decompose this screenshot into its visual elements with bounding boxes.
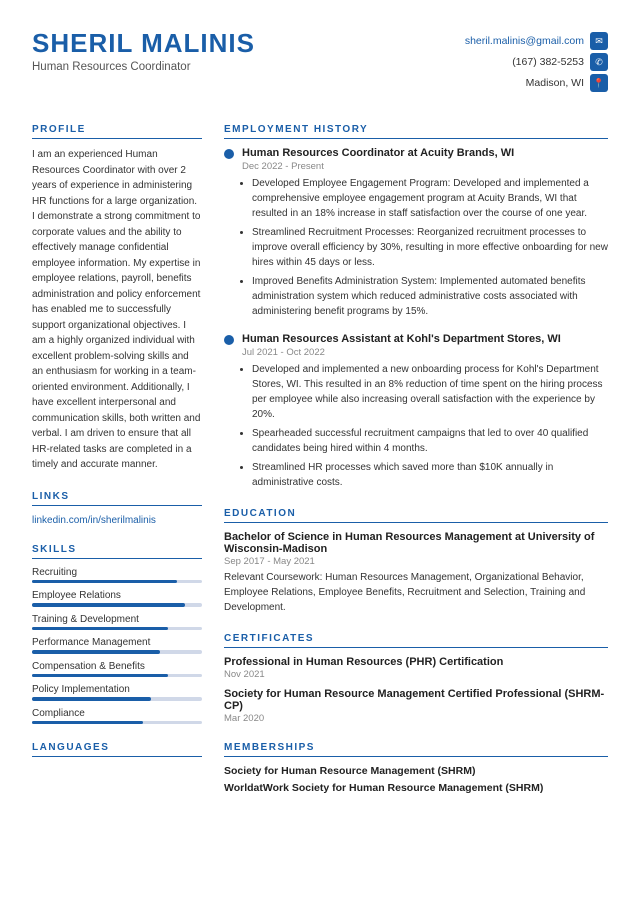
- job-dot: [224, 149, 234, 159]
- cert-title-text: Society for Human Resource Management Ce…: [224, 688, 608, 712]
- membership-item: Society for Human Resource Management (S…: [224, 765, 608, 777]
- phone-icon: ✆: [590, 53, 608, 71]
- skill-item: Training & Development: [32, 614, 202, 631]
- cert-title-text: Professional in Human Resources (PHR) Ce…: [224, 656, 608, 668]
- jobs-list: Human Resources Coordinator at Acuity Br…: [224, 147, 608, 490]
- email-row: sheril.malinis@gmail.com ✉: [465, 32, 608, 50]
- bullet-item: Improved Benefits Administration System:…: [252, 274, 608, 319]
- bullet-item: Developed and implemented a new onboardi…: [252, 362, 608, 422]
- skill-label: Compensation & Benefits: [32, 661, 202, 672]
- job-entry: Human Resources Assistant at Kohl's Depa…: [224, 333, 608, 490]
- skill-item: Compliance: [32, 708, 202, 725]
- header: SHERIL MALINIS Human Resources Coordinat…: [32, 28, 608, 102]
- skills-title: SKILLS: [32, 544, 202, 559]
- employment-section: EMPLOYMENT HISTORY Human Resources Coord…: [224, 124, 608, 490]
- bullet-item: Streamlined HR processes which saved mor…: [252, 460, 608, 490]
- bullet-item: Developed Employee Engagement Program: D…: [252, 176, 608, 221]
- profile-section: PROFILE I am an experienced Human Resour…: [32, 124, 202, 473]
- cert-entry: Society for Human Resource Management Ce…: [224, 688, 608, 724]
- left-column: PROFILE I am an experienced Human Resour…: [32, 124, 202, 812]
- cert-date: Nov 2021: [224, 669, 608, 680]
- bullet-item: Spearheaded successful recruitment campa…: [252, 426, 608, 456]
- skill-bar-fill: [32, 580, 177, 584]
- skill-bar-fill: [32, 697, 151, 701]
- education-section: EDUCATION Bachelor of Science in Human R…: [224, 508, 608, 615]
- location-text: Madison, WI: [526, 77, 584, 89]
- linkedin-link[interactable]: linkedin.com/in/sherilmalinis: [32, 515, 156, 526]
- skill-label: Performance Management: [32, 637, 202, 648]
- certificates-section: CERTIFICATES Professional in Human Resou…: [224, 633, 608, 724]
- skill-bar-fill: [32, 674, 168, 678]
- resume-page: SHERIL MALINIS Human Resources Coordinat…: [0, 0, 640, 905]
- job-dot: [224, 335, 234, 345]
- memberships-list: Society for Human Resource Management (S…: [224, 765, 608, 794]
- skill-bar-bg: [32, 697, 202, 701]
- bullet-item: Streamlined Recruitment Processes: Reorg…: [252, 225, 608, 270]
- skill-bar-bg: [32, 627, 202, 631]
- job-header: Human Resources Assistant at Kohl's Depa…: [224, 333, 608, 345]
- full-name: SHERIL MALINIS: [32, 28, 255, 59]
- skill-label: Recruiting: [32, 567, 202, 578]
- skill-bar-fill: [32, 627, 168, 631]
- job-dates: Jul 2021 - Oct 2022: [224, 347, 608, 358]
- languages-title: LANGUAGES: [32, 742, 202, 757]
- cert-entry: Professional in Human Resources (PHR) Ce…: [224, 656, 608, 680]
- skill-bar-fill: [32, 603, 185, 607]
- skill-bar-fill: [32, 650, 160, 654]
- skill-item: Compensation & Benefits: [32, 661, 202, 678]
- skill-item: Policy Implementation: [32, 684, 202, 701]
- skill-item: Performance Management: [32, 637, 202, 654]
- skill-bar-bg: [32, 650, 202, 654]
- email-link[interactable]: sheril.malinis@gmail.com: [465, 35, 584, 47]
- edu-degree: Bachelor of Science in Human Resources M…: [224, 531, 608, 555]
- skill-bar-fill: [32, 721, 143, 725]
- skill-bar-bg: [32, 580, 202, 584]
- employment-title: EMPLOYMENT HISTORY: [224, 124, 608, 139]
- skills-list: Recruiting Employee Relations Training &…: [32, 567, 202, 725]
- job-title-text: Human Resources Coordinator at Acuity Br…: [242, 147, 514, 159]
- job-header: Human Resources Coordinator at Acuity Br…: [224, 147, 608, 159]
- skill-item: Employee Relations: [32, 590, 202, 607]
- header-right: sheril.malinis@gmail.com ✉ (167) 382-525…: [465, 32, 608, 92]
- skill-label: Compliance: [32, 708, 202, 719]
- skill-label: Employee Relations: [32, 590, 202, 601]
- edu-coursework: Relevant Coursework: Human Resources Man…: [224, 570, 608, 615]
- education-title: EDUCATION: [224, 508, 608, 523]
- languages-section: LANGUAGES: [32, 742, 202, 757]
- location-row: Madison, WI 📍: [526, 74, 608, 92]
- skill-bar-bg: [32, 674, 202, 678]
- job-title: Human Resources Coordinator: [32, 61, 255, 73]
- skill-item: Recruiting: [32, 567, 202, 584]
- membership-item: WorldatWork Society for Human Resource M…: [224, 782, 608, 794]
- certificates-title: CERTIFICATES: [224, 633, 608, 648]
- phone-row: (167) 382-5253 ✆: [512, 53, 608, 71]
- skill-bar-bg: [32, 721, 202, 725]
- cert-date: Mar 2020: [224, 713, 608, 724]
- job-dates: Dec 2022 - Present: [224, 161, 608, 172]
- main-layout: PROFILE I am an experienced Human Resour…: [32, 124, 608, 812]
- phone-text: (167) 382-5253: [512, 56, 584, 68]
- profile-text: I am an experienced Human Resources Coor…: [32, 147, 202, 473]
- location-icon: 📍: [590, 74, 608, 92]
- memberships-title: MEMBERSHIPS: [224, 742, 608, 757]
- job-bullets: Developed Employee Engagement Program: D…: [224, 176, 608, 319]
- links-title: LINKS: [32, 491, 202, 506]
- edu-dates: Sep 2017 - May 2021: [224, 556, 608, 567]
- skill-bar-bg: [32, 603, 202, 607]
- skill-label: Policy Implementation: [32, 684, 202, 695]
- email-icon: ✉: [590, 32, 608, 50]
- job-bullets: Developed and implemented a new onboardi…: [224, 362, 608, 490]
- skills-section: SKILLS Recruiting Employee Relations Tra…: [32, 544, 202, 725]
- skill-label: Training & Development: [32, 614, 202, 625]
- profile-title: PROFILE: [32, 124, 202, 139]
- job-title-text: Human Resources Assistant at Kohl's Depa…: [242, 333, 561, 345]
- memberships-section: MEMBERSHIPS Society for Human Resource M…: [224, 742, 608, 794]
- links-section: LINKS linkedin.com/in/sherilmalinis: [32, 491, 202, 526]
- job-entry: Human Resources Coordinator at Acuity Br…: [224, 147, 608, 319]
- header-left: SHERIL MALINIS Human Resources Coordinat…: [32, 28, 255, 73]
- certs-list: Professional in Human Resources (PHR) Ce…: [224, 656, 608, 724]
- right-column: EMPLOYMENT HISTORY Human Resources Coord…: [224, 124, 608, 812]
